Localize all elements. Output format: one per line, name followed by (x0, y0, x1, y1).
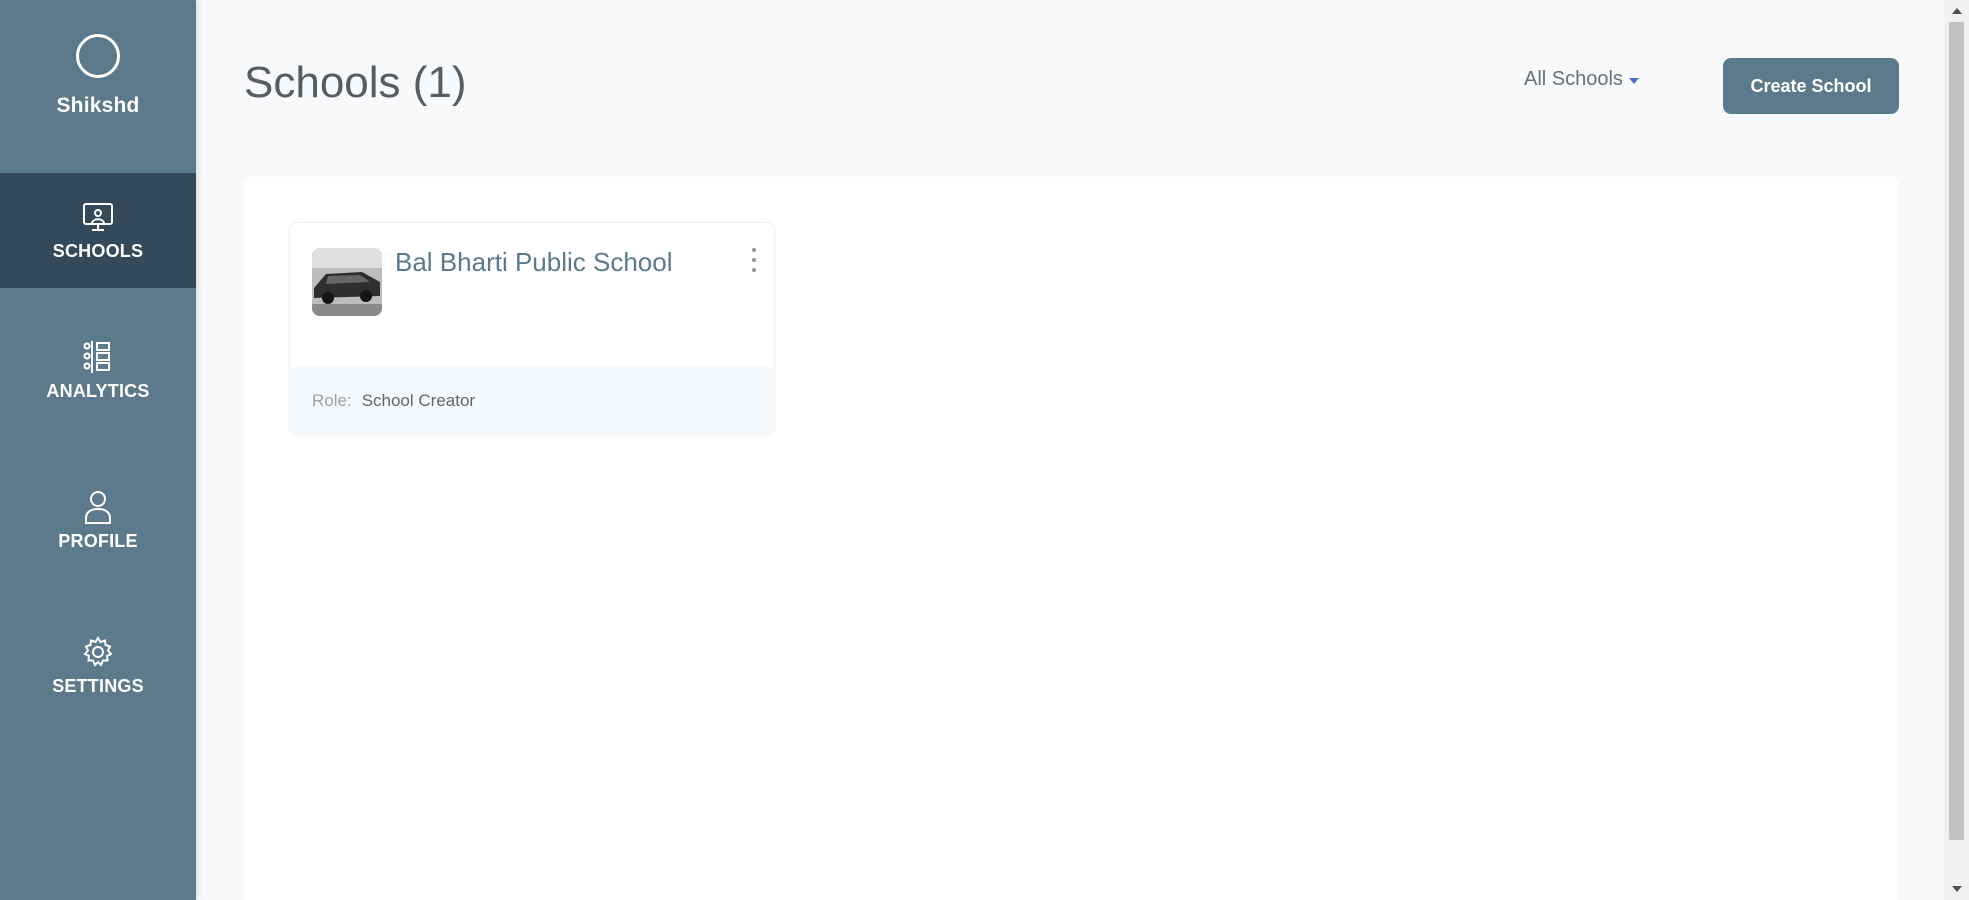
app-root: Shikshd SCHOOLS ANALYTICS PROFILE SETTIN… (0, 0, 1969, 900)
school-filter-label: All Schools (1524, 68, 1623, 90)
role-value: School Creator (361, 391, 476, 410)
sidebar-item-label: SCHOOLS (52, 241, 144, 261)
scroll-down-arrow-icon[interactable] (1952, 886, 1962, 892)
schools-panel: Bal Bharti Public School Role: School Cr… (244, 177, 1899, 900)
sidebar-item-settings[interactable]: SETTINGS (0, 615, 196, 715)
scrollbar-thumb[interactable] (1949, 22, 1964, 840)
main-content: Schools (1) All Schools Create School Ba… (196, 0, 1940, 900)
menu-dot (752, 248, 756, 252)
vertical-scrollbar[interactable] (1944, 0, 1969, 900)
create-school-button[interactable]: Create School (1723, 58, 1899, 114)
role-label: Role: (312, 391, 352, 410)
menu-dot (752, 258, 756, 262)
gear-icon (78, 634, 118, 670)
menu-dot (752, 268, 756, 272)
sidebar: Shikshd SCHOOLS ANALYTICS PROFILE SETTIN… (0, 0, 196, 900)
caret-down-icon (1628, 77, 1639, 84)
analytics-icon (78, 339, 118, 375)
sidebar-item-analytics[interactable]: ANALYTICS (0, 320, 196, 420)
more-options-icon[interactable] (747, 245, 761, 275)
presentation-board-icon (78, 199, 118, 235)
school-name[interactable]: Bal Bharti Public School (395, 247, 672, 278)
school-thumbnail (312, 248, 382, 316)
school-filter-dropdown[interactable]: All Schools (1524, 68, 1639, 91)
sidebar-item-label: PROFILE (58, 530, 138, 551)
school-card[interactable]: Bal Bharti Public School Role: School Cr… (289, 222, 775, 434)
sidebar-item-schools[interactable]: SCHOOLS (0, 173, 196, 288)
brand-name: Shikshd (56, 94, 140, 117)
sidebar-item-label: ANALYTICS (46, 380, 150, 401)
school-card-header: Bal Bharti Public School (290, 223, 774, 367)
sidebar-item-profile[interactable]: PROFILE (0, 470, 196, 570)
school-card-footer: Role: School Creator (290, 367, 774, 433)
sidebar-item-label: SETTINGS (52, 675, 144, 696)
brand[interactable]: Shikshd (0, 0, 196, 173)
scroll-up-arrow-icon[interactable] (1952, 8, 1962, 14)
brand-logo-icon (76, 34, 120, 78)
user-icon (78, 489, 118, 525)
page-title: Schools (1) (244, 58, 467, 107)
